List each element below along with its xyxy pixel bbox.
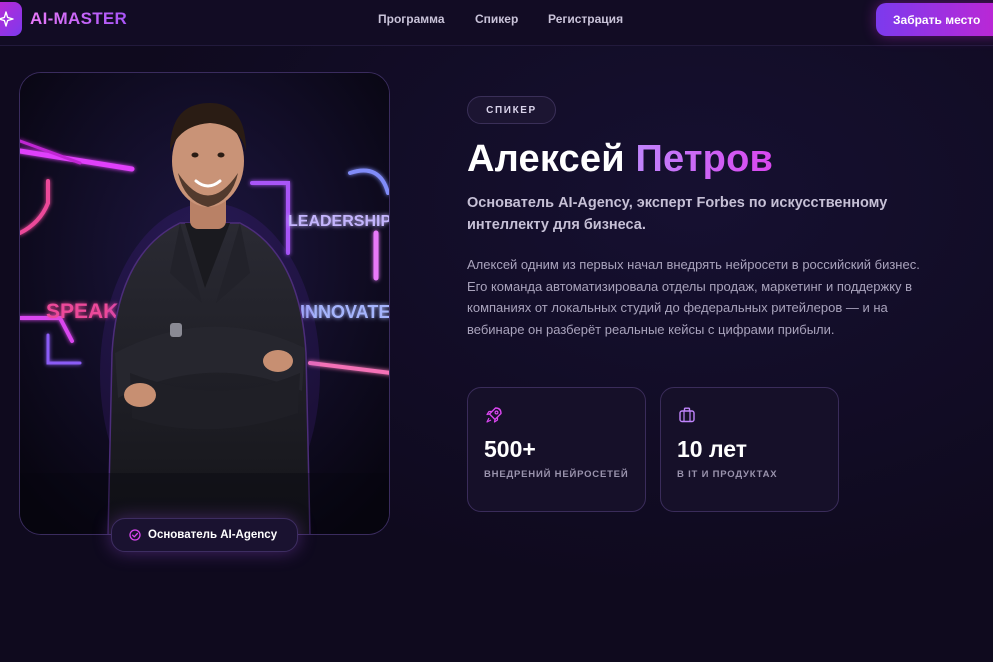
photo-badge-label: Основатель AI-Agency <box>148 529 278 541</box>
stat-value: 10 лет <box>677 436 748 462</box>
speaker-photo-illustration: LEADERSHIP SPEAK INNOVATE <box>20 73 390 534</box>
nav-link-program[interactable]: Программа <box>378 12 445 26</box>
sparkle-logo-icon[interactable] <box>0 2 22 36</box>
speaker-bio: Алексей одним из первых начал внедрять н… <box>467 257 920 337</box>
stat-card-experience: 10 лет В IT И ПРОДУКТАХ <box>660 387 839 512</box>
nav-link-registration[interactable]: Регистрация <box>548 12 623 26</box>
rocket-icon <box>485 406 503 429</box>
speaker-last-name: Петров <box>635 138 774 180</box>
check-circle-icon <box>129 529 141 541</box>
stat-caption: В IT И ПРОДУКТАХ <box>677 469 778 480</box>
stat-value: 500+ <box>484 436 536 462</box>
speaker-photo: LEADERSHIP SPEAK INNOVATE <box>19 72 390 535</box>
logo-text[interactable]: AI-MASTER <box>30 9 127 29</box>
speaker-name: Алексей Петров <box>467 138 773 181</box>
speaker-subtitle: Основатель AI-Agency, эксперт Forbes по … <box>467 195 888 233</box>
nav-link-speaker[interactable]: Спикер <box>475 12 518 26</box>
briefcase-icon <box>678 406 696 429</box>
sparkle-icon <box>0 11 14 27</box>
site-header: AI-MASTER Программа Спикер Регистрация З… <box>0 0 993 46</box>
speaker-tag: СПИКЕР <box>467 96 556 124</box>
photo-role-badge: Основатель AI-Agency <box>111 518 298 552</box>
neon-sign-leadership: LEADERSHIP <box>288 213 390 230</box>
speaker-first-name: Алексей <box>467 138 625 180</box>
claim-seat-button[interactable]: Забрать место <box>876 3 993 36</box>
page: AI-MASTER Программа Спикер Регистрация З… <box>0 0 993 662</box>
stat-caption: ВНЕДРЕНИЙ НЕЙРОСЕТЕЙ <box>484 469 629 480</box>
stat-card-implementations: 500+ ВНЕДРЕНИЙ НЕЙРОСЕТЕЙ <box>467 387 646 512</box>
